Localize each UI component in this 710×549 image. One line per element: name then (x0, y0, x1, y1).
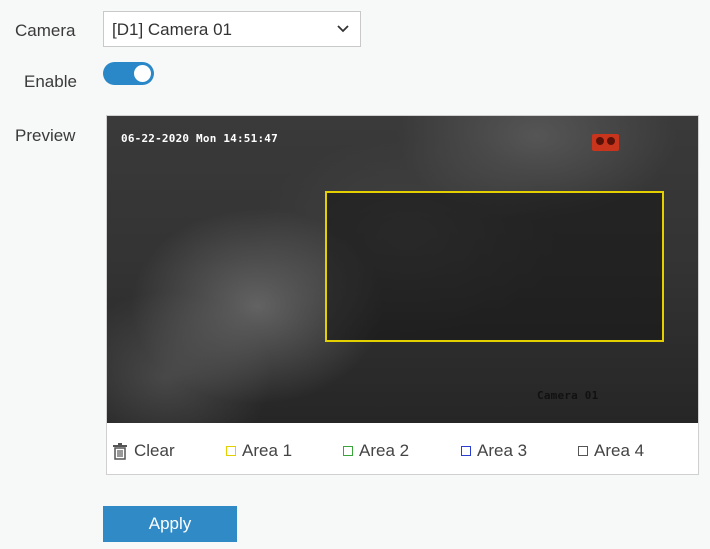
area-2-label: Area 2 (359, 441, 410, 460)
area-2-button[interactable]: Area 2 (343, 441, 409, 461)
area-4-label: Area 4 (594, 441, 645, 460)
area-1-button[interactable]: Area 1 (226, 441, 292, 461)
area-1-region[interactable] (325, 191, 664, 342)
toggle-knob (134, 65, 151, 82)
area-3-button[interactable]: Area 3 (461, 441, 527, 461)
apply-button[interactable]: Apply (103, 506, 237, 542)
camera-label: Camera (15, 21, 76, 40)
area-1-label: Area 1 (242, 441, 293, 460)
area-2-swatch (343, 446, 353, 456)
osd-timestamp: 06-22-2020 Mon 14:51:47 (121, 132, 278, 145)
osd-camera-name: Camera 01 (537, 389, 599, 402)
camera-select-value: [D1] Camera 01 (112, 20, 232, 39)
area-4-swatch (578, 446, 588, 456)
clear-label: Clear (134, 441, 175, 460)
trash-icon (113, 442, 127, 460)
area-1-swatch (226, 446, 236, 456)
area-3-swatch (461, 446, 471, 456)
enable-label: Enable (24, 72, 77, 91)
record-icon (592, 134, 619, 151)
area-4-button[interactable]: Area 4 (578, 441, 644, 461)
area-3-label: Area 3 (477, 441, 528, 460)
chevron-down-icon (337, 25, 349, 33)
area-toolbar: Clear Area 1 Area 2 Area 3 Area 4 (107, 423, 698, 474)
video-preview[interactable]: 06-22-2020 Mon 14:51:47 Camera 01 (107, 116, 698, 423)
camera-select[interactable]: [D1] Camera 01 (103, 11, 361, 47)
preview-panel: 06-22-2020 Mon 14:51:47 Camera 01 Clear … (106, 115, 699, 475)
preview-label: Preview (15, 126, 76, 145)
clear-button[interactable]: Clear (112, 441, 175, 461)
enable-toggle[interactable] (103, 62, 154, 85)
